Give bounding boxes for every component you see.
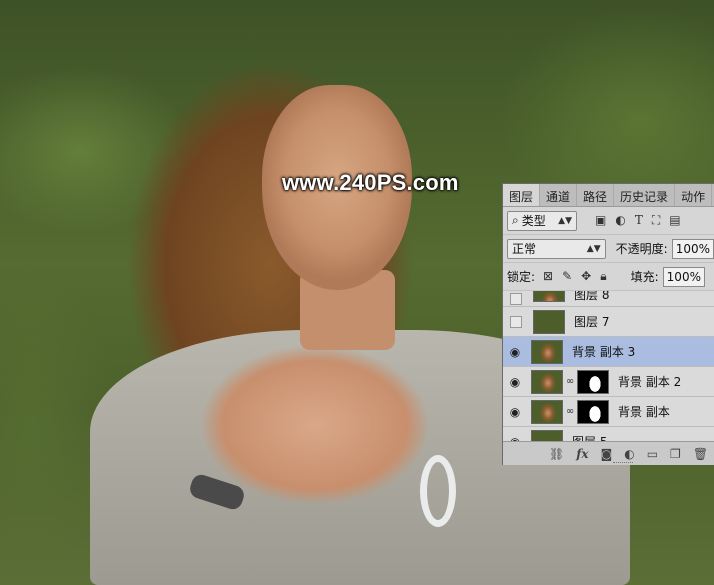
lock-label: 锁定: xyxy=(507,270,536,284)
layer-name: 图层 5 xyxy=(572,433,607,441)
visibility-toggle[interactable] xyxy=(510,315,522,328)
layer-row[interactable]: 图层 8 xyxy=(503,291,714,307)
search-icon: ⌕ xyxy=(512,213,519,227)
layers-panel: 图层 通道 路径 历史记录 动作 ⌕ 类型 ▲▼ ▣ ◐ T ⛶ ▤ 正常 ▲▼… xyxy=(502,183,714,465)
delete-icon[interactable]: 🗑︎ xyxy=(693,447,708,461)
layer-name: 图层 7 xyxy=(574,315,610,329)
layer-row[interactable]: 图层 7 xyxy=(503,307,714,337)
tab-channels[interactable]: 通道 xyxy=(540,184,578,206)
resize-grip[interactable] xyxy=(613,462,633,466)
layer-row[interactable]: ◉ 图层 5 xyxy=(503,427,714,441)
filter-row: ⌕ 类型 ▲▼ ▣ ◐ T ⛶ ▤ xyxy=(503,207,714,235)
lock-all-icon[interactable]: 🔒︎ xyxy=(600,269,606,284)
watermark-text: www.240PS.com xyxy=(282,170,459,195)
adjustment-icon[interactable]: ◐ xyxy=(624,447,634,461)
filter-icons: ▣ ◐ T ⛶ ▤ xyxy=(595,213,681,228)
panel-bottom-toolbar: ⛓ fx ◙ ◐ ▭ ❐ 🗑︎ xyxy=(503,441,714,465)
visibility-toggle[interactable] xyxy=(510,292,522,305)
lock-row: 锁定: ⊠ ✎ ✥ 🔒︎ 填充: 100% xyxy=(503,263,714,291)
panel-tabs: 图层 通道 路径 历史记录 动作 xyxy=(503,184,714,207)
blend-mode-value: 正常 xyxy=(512,242,537,256)
fx-icon[interactable]: fx xyxy=(576,447,588,461)
layer-thumbnail xyxy=(531,429,563,441)
lock-image-pixels-icon[interactable]: ✎ xyxy=(562,269,572,284)
eye-icon[interactable]: ◉ xyxy=(503,345,527,359)
tab-history[interactable]: 历史记录 xyxy=(614,184,676,206)
chain-link-icon[interactable]: ∞ xyxy=(565,376,575,387)
lock-icons: ⊠ ✎ ✥ 🔒︎ xyxy=(543,269,607,284)
layer-name: 背景 副本 xyxy=(618,405,670,419)
layer-mask-thumbnail[interactable] xyxy=(577,369,609,394)
eye-icon[interactable]: ◉ xyxy=(503,405,527,419)
adjustment-filter-icon[interactable]: ◐ xyxy=(615,213,625,228)
subject-hands xyxy=(200,345,430,505)
tab-paths[interactable]: 路径 xyxy=(577,184,615,206)
layer-thumbnail xyxy=(533,309,565,334)
blend-row: 正常 ▲▼ 不透明度: 100% xyxy=(503,235,714,263)
opacity-label: 不透明度: xyxy=(615,242,668,256)
type-filter-icon[interactable]: T xyxy=(635,213,643,228)
opacity-field[interactable]: 100% xyxy=(671,238,714,259)
layer-thumbnail xyxy=(531,339,563,364)
layer-thumbnail xyxy=(531,369,563,394)
new-layer-icon[interactable]: ❐ xyxy=(670,447,681,461)
layers-list: 图层 8 图层 7 ◉ 背景 副本 3 ◉ ∞ 背景 副本 2 ◉ ∞ 背景 副… xyxy=(503,291,714,441)
filter-kind-label: 类型 xyxy=(521,214,546,228)
lock-position-icon[interactable]: ✥ xyxy=(581,269,591,284)
filter-kind-select[interactable]: ⌕ 类型 ▲▼ xyxy=(507,210,577,231)
layer-thumbnail xyxy=(531,399,563,424)
dropdown-arrow-icon: ▲▼ xyxy=(558,215,572,226)
dropdown-arrow-icon: ▲▼ xyxy=(586,243,601,254)
eye-icon[interactable]: ◉ xyxy=(503,375,527,389)
layer-row-selected[interactable]: ◉ 背景 副本 3 xyxy=(503,337,714,367)
mask-icon[interactable]: ◙ xyxy=(601,447,613,461)
group-icon[interactable]: ▭ xyxy=(647,447,658,461)
link-icon[interactable]: ⛓ xyxy=(549,447,564,461)
layer-name: 背景 副本 3 xyxy=(572,345,636,359)
tab-actions[interactable]: 动作 xyxy=(675,184,713,206)
layer-mask-thumbnail[interactable] xyxy=(577,399,609,424)
image-filter-icon[interactable]: ▣ xyxy=(595,213,606,228)
layer-name: 背景 副本 2 xyxy=(618,375,682,389)
smart-object-filter-icon[interactable]: ▤ xyxy=(669,213,680,228)
bracelet xyxy=(420,455,456,527)
chain-link-icon[interactable]: ∞ xyxy=(565,406,575,417)
shape-filter-icon[interactable]: ⛶ xyxy=(652,213,660,228)
tab-layers[interactable]: 图层 xyxy=(503,184,541,206)
fill-field[interactable]: 100% xyxy=(662,266,705,287)
lock-transparent-pixels-icon[interactable]: ⊠ xyxy=(543,269,553,284)
fill-label: 填充: xyxy=(630,270,659,284)
layer-thumbnail xyxy=(533,291,565,302)
layer-row[interactable]: ◉ ∞ 背景 副本 2 xyxy=(503,367,714,397)
layer-row[interactable]: ◉ ∞ 背景 副本 xyxy=(503,397,714,427)
blend-mode-select[interactable]: 正常 ▲▼ xyxy=(507,238,606,259)
layer-name: 图层 8 xyxy=(574,291,610,302)
